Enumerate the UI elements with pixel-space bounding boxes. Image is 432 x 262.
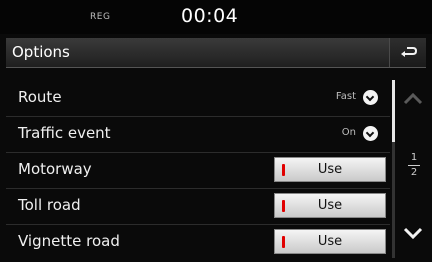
reg-indicator: REG	[90, 12, 111, 22]
vignette-road-use-button[interactable]: Use	[274, 229, 386, 254]
vignette-road-row: Vignette road Use	[6, 224, 390, 260]
use-label: Use	[317, 198, 343, 213]
page-total: 2	[410, 167, 418, 178]
page-divider	[408, 165, 420, 166]
page-title: Options	[12, 43, 70, 61]
toll-road-use-button[interactable]: Use	[274, 193, 386, 218]
scrollbar-track[interactable]	[392, 80, 395, 258]
page-indicator: 1 2	[408, 152, 420, 179]
chevron-down-icon[interactable]	[401, 223, 425, 243]
route-value: Fast	[335, 91, 356, 102]
toll-road-label: Toll road	[18, 196, 81, 214]
back-arrow-icon	[401, 46, 418, 57]
options-list: Route Fast Traffic event On Motorway Use…	[6, 80, 390, 260]
scroll-panel: 1 2	[392, 80, 432, 262]
back-button[interactable]	[389, 38, 426, 67]
chevron-up-icon[interactable]	[401, 89, 425, 109]
chevron-down-icon[interactable]	[363, 126, 378, 141]
route-row[interactable]: Route Fast	[6, 80, 390, 117]
vignette-road-label: Vignette road	[18, 232, 120, 250]
use-label: Use	[317, 162, 343, 177]
use-label: Use	[317, 234, 343, 249]
traffic-event-value: On	[341, 127, 356, 138]
options-screen: REG 00:04 Options Route Fast Traffic eve…	[0, 0, 432, 262]
scrollbar-thumb[interactable]	[392, 80, 395, 142]
clock: 00:04	[181, 5, 239, 27]
motorway-use-button[interactable]: Use	[274, 157, 386, 182]
motorway-label: Motorway	[18, 160, 92, 178]
status-bar: REG 00:04	[0, 0, 432, 34]
motorway-row: Motorway Use	[6, 152, 390, 189]
route-label: Route	[18, 88, 62, 106]
page-current: 1	[410, 152, 418, 163]
traffic-event-row[interactable]: Traffic event On	[6, 116, 390, 153]
traffic-event-label: Traffic event	[18, 124, 111, 142]
toll-road-row: Toll road Use	[6, 188, 390, 225]
header-bar: Options	[6, 38, 426, 68]
chevron-down-icon[interactable]	[363, 90, 378, 105]
